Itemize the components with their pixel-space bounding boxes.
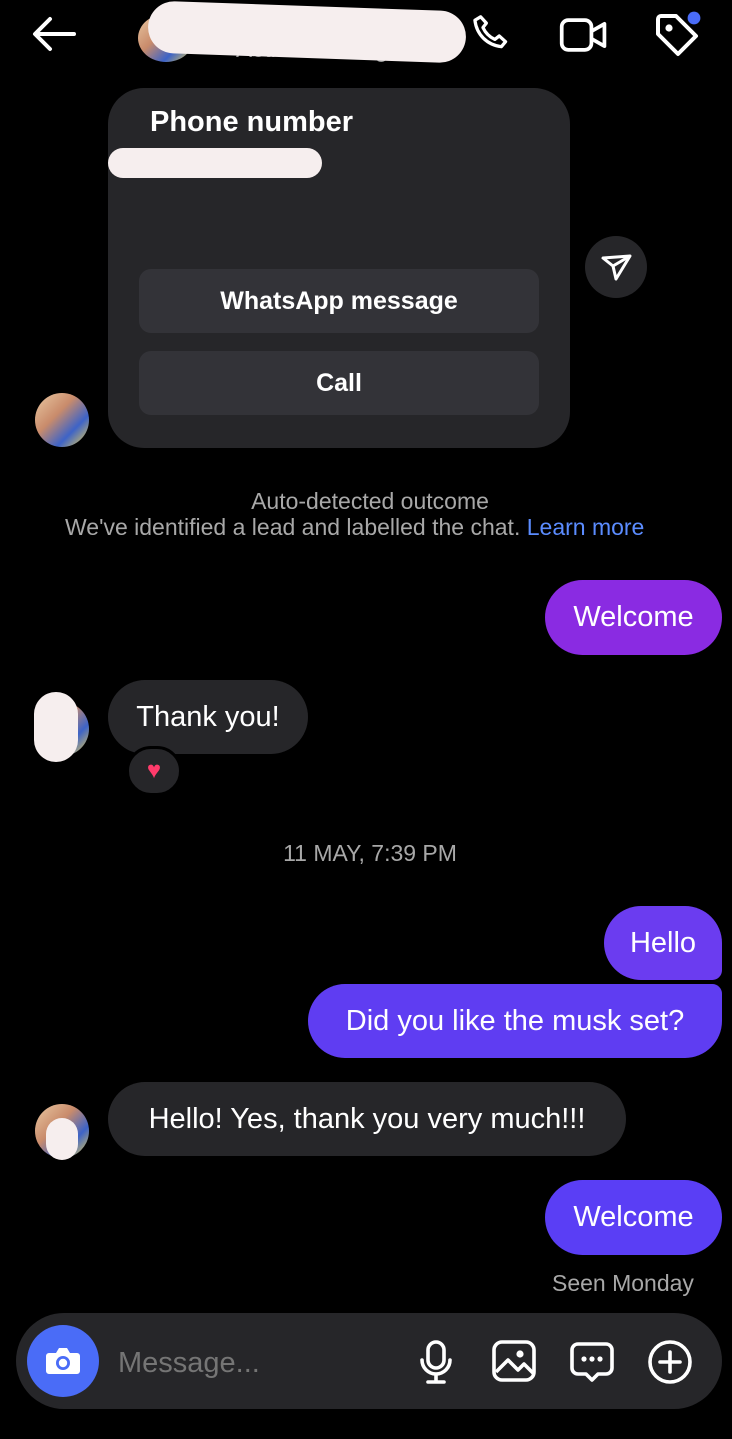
call-button[interactable]: Call — [139, 351, 539, 415]
video-icon[interactable] — [558, 12, 610, 58]
timestamp: 11 MAY, 7:39 PM — [283, 840, 457, 866]
message-text: Welcome — [573, 1201, 694, 1233]
gallery-icon[interactable] — [490, 1338, 538, 1384]
outgoing-message[interactable]: Welcome — [545, 1180, 722, 1255]
message-text: Hello — [629, 927, 697, 959]
camera-button[interactable] — [27, 1325, 99, 1397]
message-text: Thank you! — [136, 701, 280, 733]
notice-title: Auto-detected outcome — [251, 488, 489, 514]
card-title: Phone number — [150, 106, 354, 138]
whatsapp-message-button[interactable]: WhatsApp message — [139, 269, 539, 333]
outgoing-message[interactable]: Welcome — [545, 580, 722, 655]
notice-body-line: We've identified a lead and labelled the… — [65, 514, 644, 541]
share-send-icon[interactable] — [585, 236, 647, 298]
add-icon[interactable] — [646, 1338, 694, 1386]
camera-icon — [46, 1348, 80, 1374]
sticker-icon[interactable] — [568, 1338, 616, 1386]
sender-avatar[interactable] — [35, 393, 89, 447]
message-input[interactable] — [116, 1340, 390, 1386]
phone-icon[interactable] — [468, 12, 514, 58]
seen-status: Seen Monday — [552, 1270, 694, 1296]
message-text: Welcome — [573, 601, 694, 633]
learn-more-link[interactable]: Learn more — [527, 514, 645, 540]
incoming-message[interactable]: Thank you! — [108, 680, 308, 754]
redacted-avatar — [46, 1118, 78, 1160]
back-arrow-icon[interactable] — [30, 14, 78, 54]
redacted-avatar — [34, 692, 78, 762]
notice-body: We've identified a lead and labelled the… — [65, 514, 521, 540]
heart-reaction[interactable]: ♥ — [126, 746, 182, 796]
heart-icon: ♥ — [146, 757, 162, 784]
microphone-icon[interactable] — [414, 1338, 458, 1386]
tag-icon[interactable] — [652, 10, 704, 60]
message-text: Did you like the musk set? — [345, 1005, 685, 1037]
message-text: Hello! Yes, thank you very much!!! — [148, 1103, 586, 1135]
outgoing-message[interactable]: Did you like the musk set? — [308, 984, 722, 1058]
redacted-contact-name — [147, 0, 467, 64]
incoming-message[interactable]: Hello! Yes, thank you very much!!! — [108, 1082, 626, 1156]
redacted-phone-number — [108, 148, 322, 178]
outgoing-message[interactable]: Hello — [604, 906, 722, 980]
